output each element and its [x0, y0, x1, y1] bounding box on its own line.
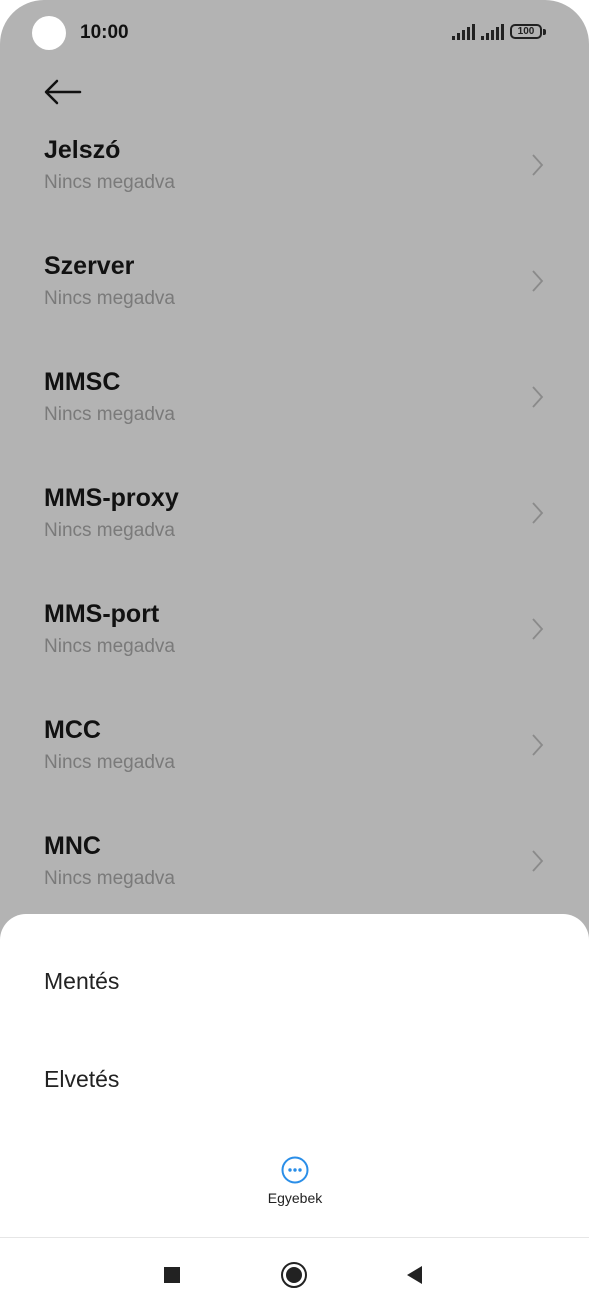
recents-button[interactable] [157, 1260, 187, 1290]
status-time: 10:00 [80, 22, 129, 43]
more-label: Egyebek [267, 1190, 323, 1206]
item-title: MCC [44, 716, 101, 744]
nav-back-button[interactable] [400, 1260, 430, 1290]
item-title: MMS-port [44, 600, 160, 628]
item-subtitle: Nincs megadva [44, 288, 175, 309]
list-item-mms-proxy[interactable]: MMS-proxy Nincs megadva [0, 464, 589, 580]
home-button[interactable] [279, 1260, 309, 1290]
item-subtitle: Nincs megadva [44, 868, 175, 889]
chevron-right-icon [532, 386, 544, 408]
battery-tip [543, 29, 546, 35]
back-triangle-icon [407, 1266, 422, 1284]
chevron-right-icon [532, 154, 544, 176]
chevron-right-icon [532, 502, 544, 524]
front-camera [32, 16, 66, 50]
list-item-mms-port[interactable]: MMS-port Nincs megadva [0, 580, 589, 696]
apn-settings-list: Jelszó Nincs megadva Szerver Nincs megad… [0, 116, 589, 928]
battery-level: 100 [517, 26, 535, 37]
discard-button[interactable]: Elvetés [44, 1066, 119, 1093]
arrow-left-icon [44, 79, 82, 105]
chevron-right-icon [532, 850, 544, 872]
item-subtitle: Nincs megadva [44, 752, 175, 773]
navigation-bar [0, 1238, 589, 1309]
item-subtitle: Nincs megadva [44, 636, 175, 657]
chevron-right-icon [532, 618, 544, 640]
list-item-mmsc[interactable]: MMSC Nincs megadva [0, 348, 589, 464]
item-title: MMSC [44, 368, 121, 396]
recents-square-icon [164, 1267, 180, 1283]
list-item-server[interactable]: Szerver Nincs megadva [0, 232, 589, 348]
item-subtitle: Nincs megadva [44, 520, 175, 541]
item-title: MMS-proxy [44, 484, 179, 512]
more-dots-icon [281, 1156, 309, 1184]
item-subtitle: Nincs megadva [44, 404, 175, 425]
more-button[interactable]: Egyebek [245, 1154, 345, 1206]
chevron-right-icon [532, 270, 544, 292]
list-item-mcc[interactable]: MCC Nincs megadva [0, 696, 589, 812]
save-button[interactable]: Mentés [44, 968, 119, 995]
battery-icon: 100 [510, 24, 542, 39]
item-title: Jelszó [44, 136, 121, 164]
chevron-right-icon [532, 734, 544, 756]
list-item-password[interactable]: Jelszó Nincs megadva [0, 116, 589, 232]
back-button[interactable] [40, 72, 86, 112]
signal-icon [452, 24, 476, 40]
item-title: Szerver [44, 252, 135, 280]
status-bar: 10:00 100 [0, 0, 589, 66]
list-item-mnc[interactable]: MNC Nincs megadva [0, 812, 589, 928]
home-circle-icon [281, 1262, 307, 1288]
item-subtitle: Nincs megadva [44, 172, 175, 193]
bottom-action-sheet: Mentés Elvetés Egyebek [0, 914, 589, 1309]
item-title: MNC [44, 832, 101, 860]
signal-icon [481, 24, 505, 40]
